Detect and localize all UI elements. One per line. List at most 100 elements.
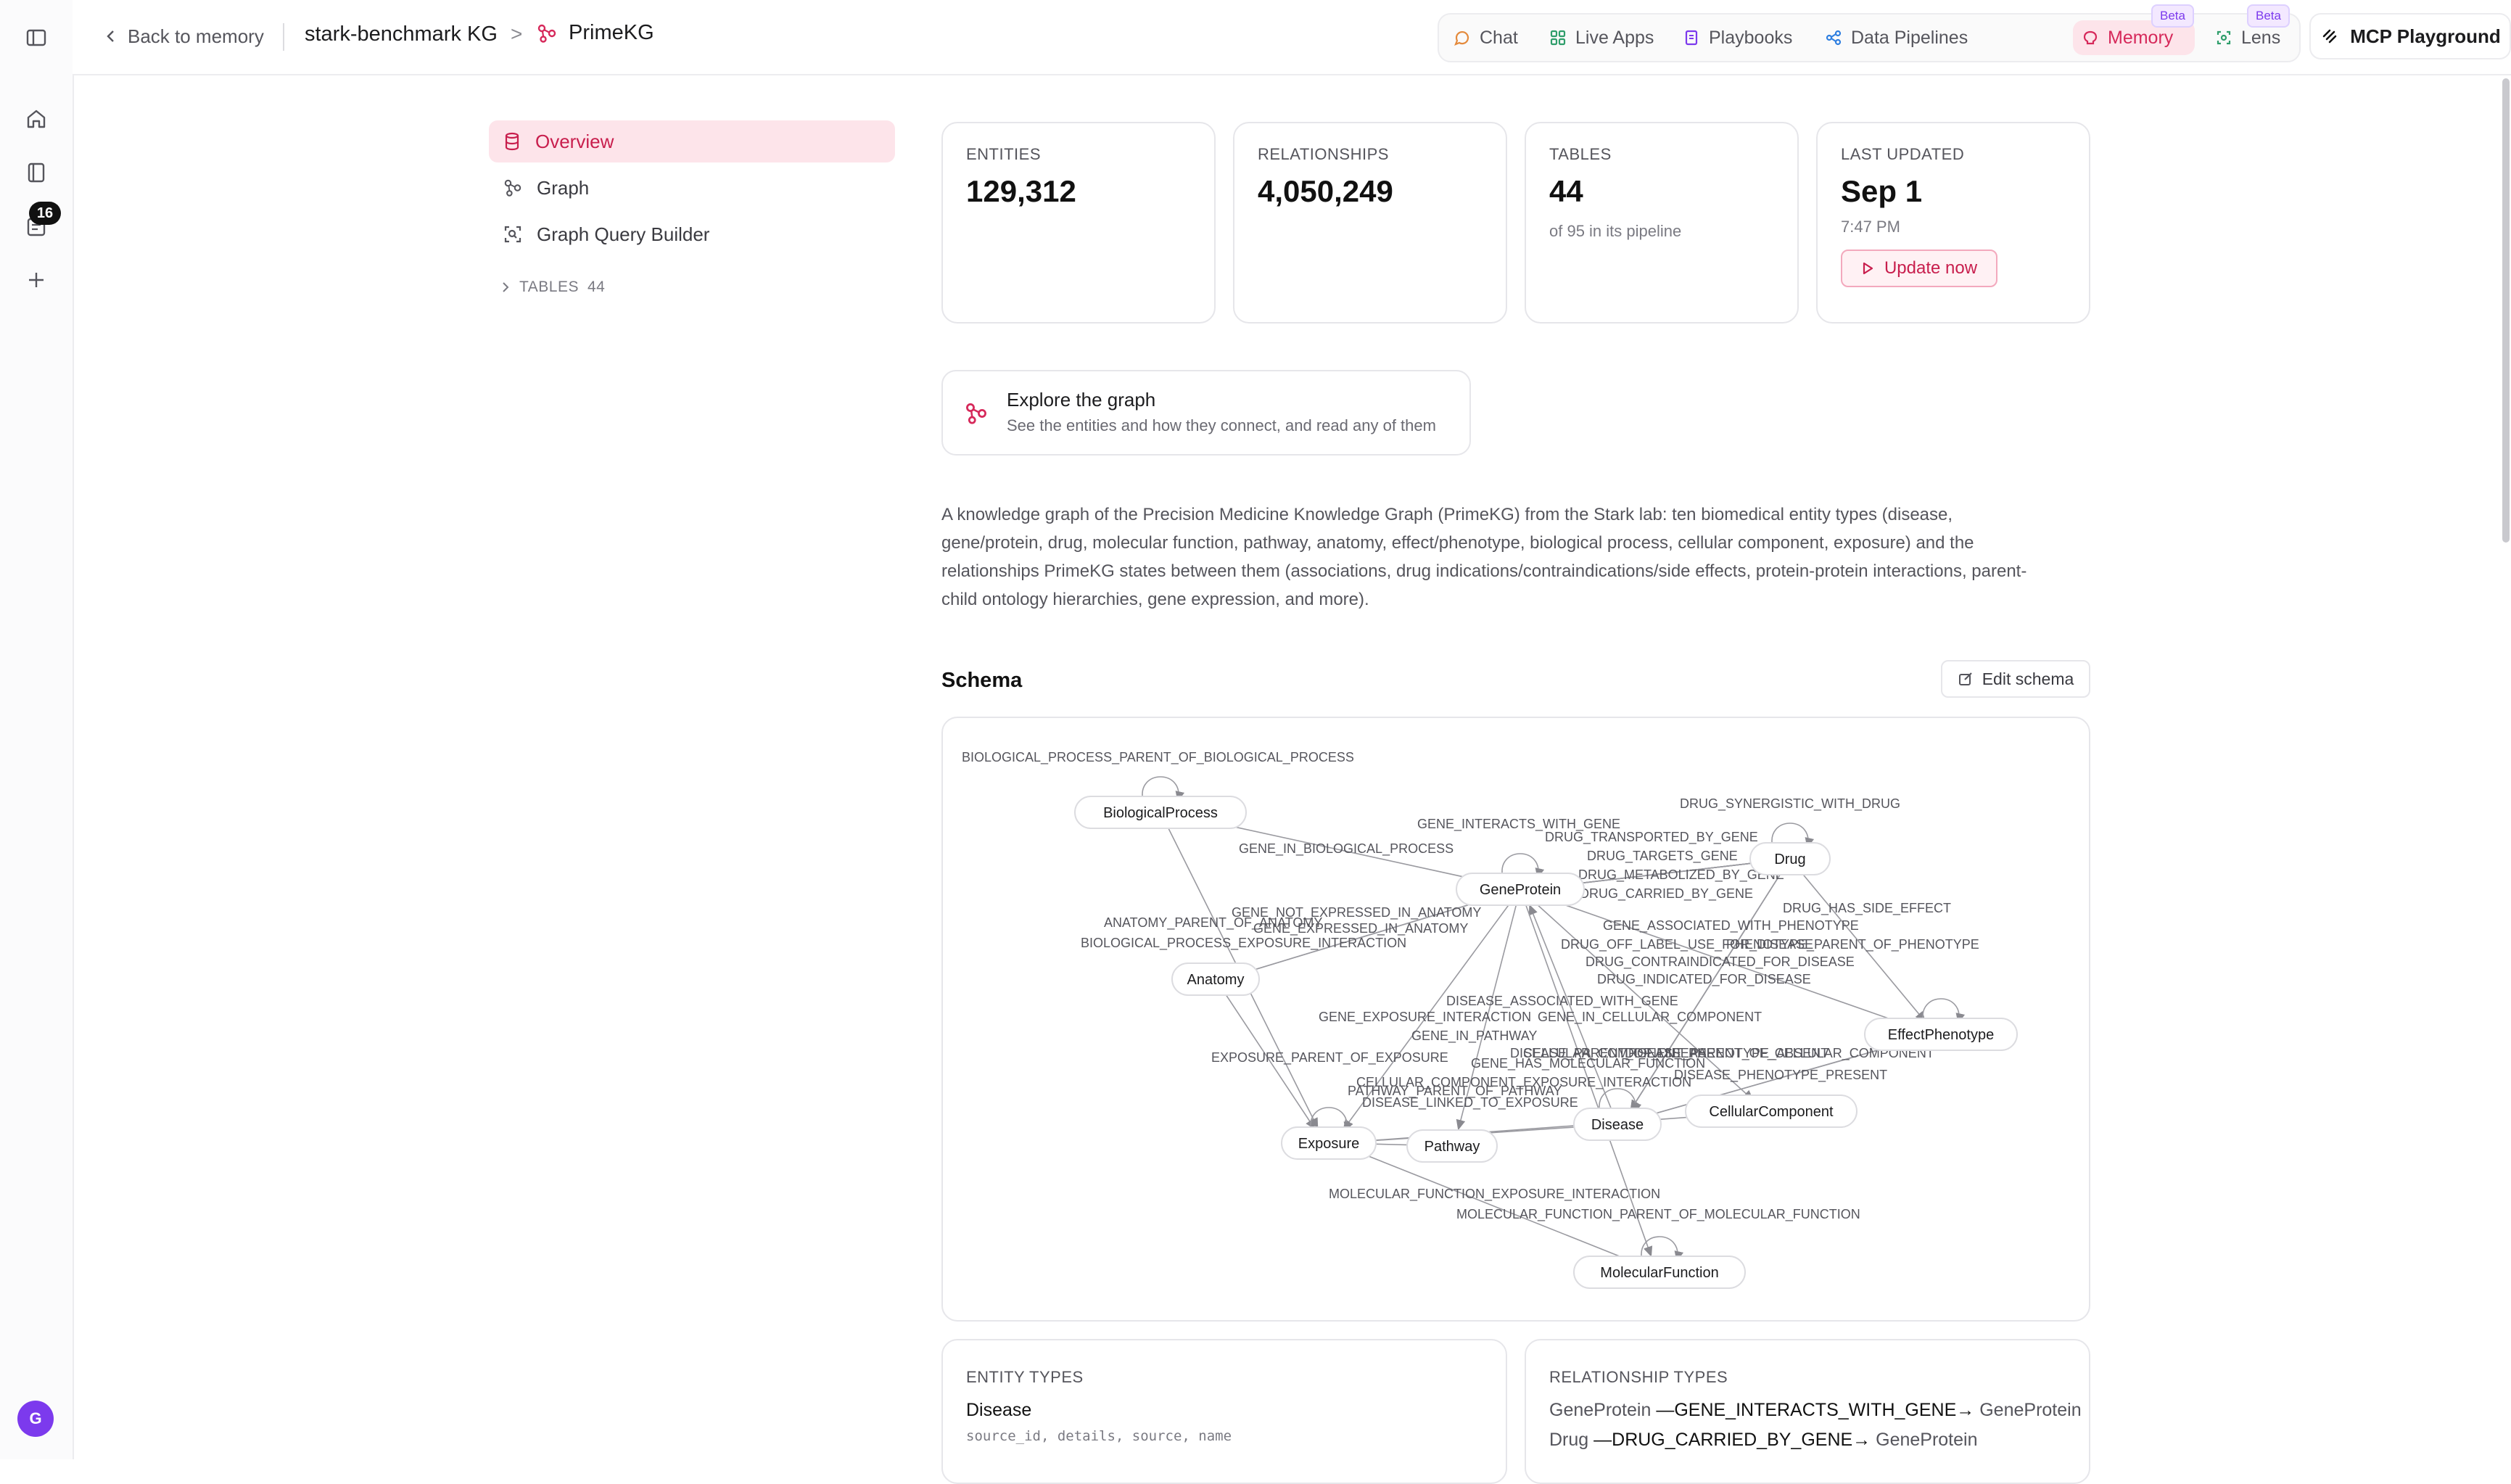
pipeline-icon	[1826, 30, 1842, 46]
schema-edge-label: DISEASE_PHENOTYPE_PRESENT	[1674, 1068, 1887, 1083]
edit-icon	[1958, 672, 1972, 685]
schema-title: Schema	[941, 669, 1023, 692]
book-icon[interactable]	[19, 155, 54, 190]
notification-badge: 16	[29, 202, 61, 225]
sidenav-graph-label: Graph	[537, 176, 590, 199]
tables-label: TABLES	[519, 279, 579, 295]
breadcrumb-current-label: PrimeKG	[569, 21, 654, 44]
graph-icon	[537, 24, 556, 43]
breadcrumb-kg[interactable]: stark-benchmark KG	[305, 22, 498, 46]
nav-live-apps-label: Live Apps	[1575, 27, 1654, 48]
nav-chat[interactable]: Chat	[1445, 20, 1535, 55]
schema-node-Disease[interactable]: Disease	[1573, 1108, 1662, 1141]
avatar[interactable]: G	[17, 1401, 54, 1437]
schema-node-label: MolecularFunction	[1600, 1265, 1718, 1281]
schema-node-label: CellularComponent	[1709, 1104, 1834, 1120]
sidenav-graph-query-builder[interactable]: Graph Query Builder	[489, 213, 895, 255]
mcp-icon	[2322, 29, 2337, 44]
entity-type-name[interactable]: Disease	[966, 1400, 1483, 1421]
entity-types-label: ENTITY TYPES	[966, 1368, 1084, 1386]
relationship-types-card: RELATIONSHIP TYPES GeneProtein —GENE_INT…	[1525, 1339, 2090, 1484]
schema-edge-label: DRUG_SYNERGISTIC_WITH_DRUG	[1680, 796, 1900, 812]
schema-node-EffectPhenotype[interactable]: EffectPhenotype	[1864, 1018, 2018, 1051]
schema-edge-label: BIOLOGICAL_PROCESS_PARENT_OF_BIOLOGICAL_…	[962, 750, 1354, 765]
entity-types-card: ENTITY TYPES Disease source_id, details,…	[941, 1339, 1507, 1484]
schema-node-label: Exposure	[1298, 1136, 1360, 1152]
nav-memory-label: Memory	[2108, 27, 2174, 48]
nav-data-pipelines[interactable]: Data Pipelines	[1816, 20, 1987, 55]
schema-edge-label: EXPOSURE_PARENT_OF_EXPOSURE	[1211, 1050, 1448, 1065]
schema-node-Drug[interactable]: Drug	[1749, 842, 1831, 875]
schema-edge-label: GENE_ASSOCIATED_WITH_PHENOTYPE	[1603, 918, 1859, 933]
sidenav-graph[interactable]: Graph	[489, 167, 895, 209]
nav-playbooks-label: Playbooks	[1709, 27, 1793, 48]
rel-to: GeneProtein	[1876, 1430, 1978, 1450]
scrollbar-thumb[interactable]	[2502, 78, 2510, 543]
rel-from: GeneProtein	[1549, 1400, 1652, 1420]
breadcrumb-divider	[283, 23, 284, 51]
schema-edge-label: DRUG_CONTRAINDICATED_FOR_DISEASE	[1586, 955, 1855, 970]
stat-sub: of 95 in its pipeline	[1549, 222, 1682, 240]
nav-data-pipelines-label: Data Pipelines	[1851, 27, 1968, 48]
plus-icon[interactable]	[19, 263, 54, 297]
stat-value: 4,050,249	[1258, 174, 1393, 208]
sidebar-toggle-icon[interactable]	[19, 20, 54, 55]
top-bar: Back to memory stark-benchmark KG > Prim…	[73, 0, 2511, 75]
schema-edge-label: GENE_EXPOSURE_INTERACTION	[1319, 1010, 1531, 1025]
relationship-row[interactable]: Drug —DRUG_CARRIED_BY_GENE→ GeneProtein	[1549, 1430, 2066, 1451]
schema-edge-label: DISEASE_PARENT_OF_DISEASE	[1510, 1046, 1715, 1061]
schema-edge-label: DRUG_TRANSPORTED_BY_GENE	[1545, 830, 1758, 845]
graph-icon	[504, 179, 521, 197]
stat-label: RELATIONSHIPS	[1258, 145, 1389, 163]
schema-edge-label: DISEASE_LINKED_TO_EXPOSURE	[1362, 1095, 1578, 1110]
memory-icon	[2083, 30, 2098, 45]
query-icon	[504, 226, 521, 243]
tables-count: 44	[587, 279, 606, 295]
graph-icon	[966, 403, 986, 424]
back-label: Back to memory	[128, 25, 264, 47]
breadcrumb-separator: >	[511, 22, 523, 45]
schema-edge-label: GENE_EXPRESSED_IN_ANATOMY	[1253, 921, 1468, 936]
mcp-playground-label: MCP Playground	[2350, 25, 2501, 47]
schema-node-GeneProtein[interactable]: GeneProtein	[1456, 873, 1585, 906]
edit-schema-button[interactable]: Edit schema	[1941, 660, 2090, 698]
stat-card-entities: ENTITIES 129,312	[941, 122, 1216, 323]
schema-node-label: Drug	[1774, 852, 1805, 867]
schema-edge-label: GENE_IN_CELLULAR_COMPONENT	[1538, 1010, 1762, 1025]
left-rail: 16 G	[0, 0, 74, 1459]
schema-edge-label: DRUG_TARGETS_GENE	[1587, 849, 1738, 864]
stat-card-relationships: RELATIONSHIPS 4,050,249	[1233, 122, 1507, 323]
chevron-right-icon	[503, 282, 509, 292]
back-to-memory-link[interactable]: Back to memory	[104, 22, 264, 51]
breadcrumb-current: PrimeKG	[537, 21, 654, 45]
schema-node-MolecularFunction[interactable]: MolecularFunction	[1573, 1256, 1746, 1289]
explore-graph-card[interactable]: Explore the graph See the entities and h…	[941, 370, 1471, 455]
memory-beta-badge: Beta	[2151, 4, 2194, 28]
entity-type-fields: source_id, details, source, name	[966, 1428, 1232, 1444]
schema-node-label: Anatomy	[1187, 972, 1245, 988]
schema-edge-label: MOLECULAR_FUNCTION_EXPOSURE_INTERACTION	[1329, 1187, 1660, 1202]
schema-graph-svg[interactable]: BIOLOGICAL_PROCESS_PARENT_OF_BIOLOGICAL_…	[943, 718, 2090, 1322]
schema-node-Anatomy[interactable]: Anatomy	[1171, 962, 1260, 996]
play-icon	[1863, 262, 1873, 275]
schema-edge-label: BIOLOGICAL_PROCESS_EXPOSURE_INTERACTION	[1081, 936, 1406, 951]
schema-node-Pathway[interactable]: Pathway	[1406, 1129, 1498, 1163]
relationship-row[interactable]: GeneProtein —GENE_INTERACTS_WITH_GENE→ G…	[1549, 1400, 2082, 1421]
rel-name: —GENE_INTERACTS_WITH_GENE→	[1656, 1400, 1975, 1420]
home-icon[interactable]	[19, 102, 54, 136]
schema-node-Exposure[interactable]: Exposure	[1281, 1126, 1377, 1160]
nav-playbooks[interactable]: Playbooks	[1674, 20, 1812, 55]
sidenav-tables-toggle[interactable]: TABLES 44	[500, 279, 605, 296]
stat-label: TABLES	[1549, 145, 1612, 163]
update-now-button[interactable]: Update now	[1841, 250, 1997, 287]
schema-node-label: GeneProtein	[1480, 882, 1561, 898]
schema-edge-label: DRUG_INDICATED_FOR_DISEASE	[1597, 972, 1811, 987]
mcp-playground-button[interactable]: MCP Playground	[2309, 13, 2511, 59]
apps-icon	[1550, 30, 1566, 46]
nav-live-apps[interactable]: Live Apps	[1541, 20, 1668, 55]
sidenav-overview[interactable]: Overview	[489, 120, 895, 162]
schema-node-CellularComponent[interactable]: CellularComponent	[1685, 1095, 1858, 1128]
schema-node-label: Pathway	[1424, 1139, 1480, 1155]
schema-node-BiologicalProcess[interactable]: BiologicalProcess	[1074, 796, 1247, 829]
database-icon	[505, 132, 519, 151]
